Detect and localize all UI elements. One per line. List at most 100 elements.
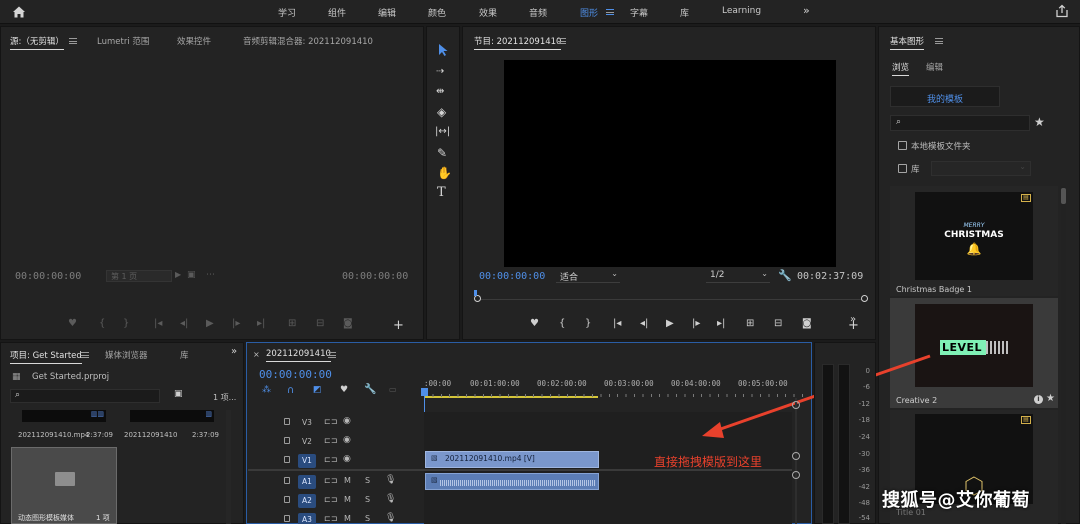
workspace-effects[interactable]: 效果: [479, 6, 497, 19]
tab-effect-controls[interactable]: 效果控件: [177, 35, 211, 47]
microphone-icon[interactable]: 🎙: [385, 475, 396, 485]
mute-button[interactable]: M: [344, 514, 351, 523]
local-templates-checkbox[interactable]: [898, 141, 907, 150]
playhead-marker[interactable]: [474, 290, 477, 296]
workspace-graphics[interactable]: 图形: [580, 6, 598, 19]
project-search-input[interactable]: ⌕: [10, 389, 160, 403]
track-header-a3[interactable]: A3 ⊏⊐ M S 🎙: [248, 511, 422, 524]
lock-icon[interactable]: [284, 437, 290, 444]
eye-icon[interactable]: ◉: [343, 435, 351, 445]
track-select-tool-icon[interactable]: ⇢: [436, 66, 444, 78]
mark-in-icon[interactable]: {: [99, 318, 105, 329]
type-tool-icon[interactable]: T: [437, 186, 446, 199]
graphics-scrollbar[interactable]: [1061, 186, 1066, 524]
template-search-input[interactable]: ⌕: [890, 115, 1030, 131]
tab-project[interactable]: 项目: Get Started: [10, 349, 82, 364]
program-add-button-icon[interactable]: +: [848, 318, 859, 333]
workspace-menu-icon[interactable]: [606, 9, 614, 15]
tab-browse[interactable]: 浏览: [892, 61, 910, 76]
add-marker-icon[interactable]: ♥: [340, 385, 348, 395]
source-page-field[interactable]: 第 1 页: [106, 270, 172, 282]
eye-icon[interactable]: ◉: [343, 416, 351, 426]
step-forward-icon[interactable]: |▸: [232, 318, 240, 329]
playhead-head[interactable]: [421, 388, 428, 396]
step-back-icon[interactable]: ◂|: [180, 318, 188, 329]
mute-button[interactable]: M: [344, 495, 351, 504]
share-icon[interactable]: [1055, 4, 1069, 18]
project-menu-icon[interactable]: [81, 352, 89, 358]
home-icon[interactable]: [12, 5, 26, 19]
source-timecode-left[interactable]: 00:00:00:00: [15, 271, 81, 282]
resolution-dropdown[interactable]: 1/2 ⌄: [706, 269, 770, 283]
video-clip[interactable]: ▧ 202112091410.mp4 [V]: [425, 451, 599, 468]
add-marker-icon[interactable]: ♥: [68, 318, 77, 329]
track-name[interactable]: V2: [298, 435, 316, 449]
track-header-v3[interactable]: V3 ⊏⊐ ◉: [248, 414, 422, 432]
wrench-icon[interactable]: 🔧: [778, 269, 792, 282]
tab-edit[interactable]: 编辑: [926, 61, 943, 73]
workspace-assembly[interactable]: 组件: [328, 6, 346, 19]
project-item-thumbnail[interactable]: ▥▥: [22, 410, 106, 422]
solo-button[interactable]: S: [365, 476, 370, 485]
source-add-button-icon[interactable]: +: [393, 318, 404, 333]
linked-selection-icon[interactable]: ◩: [313, 385, 322, 395]
track-name[interactable]: A3: [298, 513, 316, 524]
captions-icon[interactable]: ▭: [389, 385, 397, 394]
timeline-wrench-icon[interactable]: 🔧: [364, 384, 376, 395]
track-name[interactable]: A1: [298, 475, 316, 489]
mark-in-icon[interactable]: {: [559, 318, 565, 329]
track-name[interactable]: V3: [298, 416, 316, 430]
workspace-audio[interactable]: 音频: [529, 6, 547, 19]
workspace-color[interactable]: 颜色: [428, 6, 446, 19]
source-export-frame-icon[interactable]: ▣: [187, 270, 196, 280]
track-header-v2[interactable]: V2 ⊏⊐ ◉: [248, 433, 422, 451]
audio-clip[interactable]: ▧: [425, 473, 599, 490]
timeline-v-scrollbar[interactable]: [792, 398, 800, 524]
lock-icon[interactable]: [284, 515, 290, 522]
close-sequence-icon[interactable]: ×: [253, 350, 260, 359]
mogrt-bin[interactable]: 动态图形模板媒体 1 项: [11, 447, 117, 524]
overflow-chevron-icon[interactable]: »: [803, 4, 810, 17]
sync-lock-icon[interactable]: ⊏⊐: [324, 514, 337, 523]
lift-icon[interactable]: ⊞: [746, 318, 754, 329]
tab-media-browser[interactable]: 媒体浏览器: [105, 349, 148, 361]
add-marker-icon[interactable]: ♥: [530, 318, 539, 329]
sync-lock-icon[interactable]: ⊏⊐: [324, 417, 337, 426]
camera-icon[interactable]: ◙: [343, 318, 353, 329]
tab-source[interactable]: 源:（无剪辑）: [10, 35, 64, 50]
insert-icon[interactable]: ⊞: [288, 318, 296, 329]
library-dropdown[interactable]: ⌄: [931, 161, 1031, 176]
library-checkbox[interactable]: [898, 164, 907, 173]
graphics-menu-icon[interactable]: [935, 38, 943, 44]
workspace-learn[interactable]: 学习: [278, 6, 296, 19]
scroll-handle[interactable]: [792, 471, 800, 479]
play-icon[interactable]: ▶: [206, 318, 214, 329]
go-to-in-icon[interactable]: |◂: [613, 318, 621, 329]
scrubber-end-handle[interactable]: [861, 295, 868, 302]
sync-lock-icon[interactable]: ⊏⊐: [324, 455, 337, 464]
favorite-star-icon[interactable]: ★: [1046, 393, 1055, 404]
favorites-star-icon[interactable]: ★: [1034, 115, 1045, 129]
lock-icon[interactable]: [284, 477, 290, 484]
new-bin-icon[interactable]: ▣: [174, 389, 183, 399]
mute-button[interactable]: M: [344, 476, 351, 485]
tab-lumetri-scopes[interactable]: Lumetri 范围: [97, 35, 149, 47]
scrubber-start-handle[interactable]: [474, 295, 481, 302]
step-forward-icon[interactable]: |▸: [692, 318, 700, 329]
workspace-captions[interactable]: 字幕: [630, 6, 648, 19]
track-name[interactable]: A2: [298, 494, 316, 508]
my-templates-button[interactable]: 我的模板: [890, 86, 1000, 107]
project-scrollbar[interactable]: [226, 410, 231, 524]
slip-tool-icon[interactable]: |↔|: [435, 126, 450, 138]
program-timecode[interactable]: 00:00:00:00: [479, 271, 545, 282]
source-settings-icon[interactable]: ⋯: [206, 270, 215, 280]
track-header-a1[interactable]: A1 ⊏⊐ M S 🎙: [248, 473, 422, 491]
solo-button[interactable]: S: [365, 514, 370, 523]
scroll-handle[interactable]: [792, 401, 800, 409]
timeline-timecode[interactable]: 00:00:00:00: [259, 368, 332, 381]
nest-icon[interactable]: ⁂: [262, 385, 271, 395]
program-scrubber[interactable]: [474, 290, 868, 306]
lock-icon[interactable]: [284, 418, 290, 425]
step-back-icon[interactable]: ◂|: [640, 318, 648, 329]
overwrite-icon[interactable]: ⊟: [316, 318, 324, 329]
